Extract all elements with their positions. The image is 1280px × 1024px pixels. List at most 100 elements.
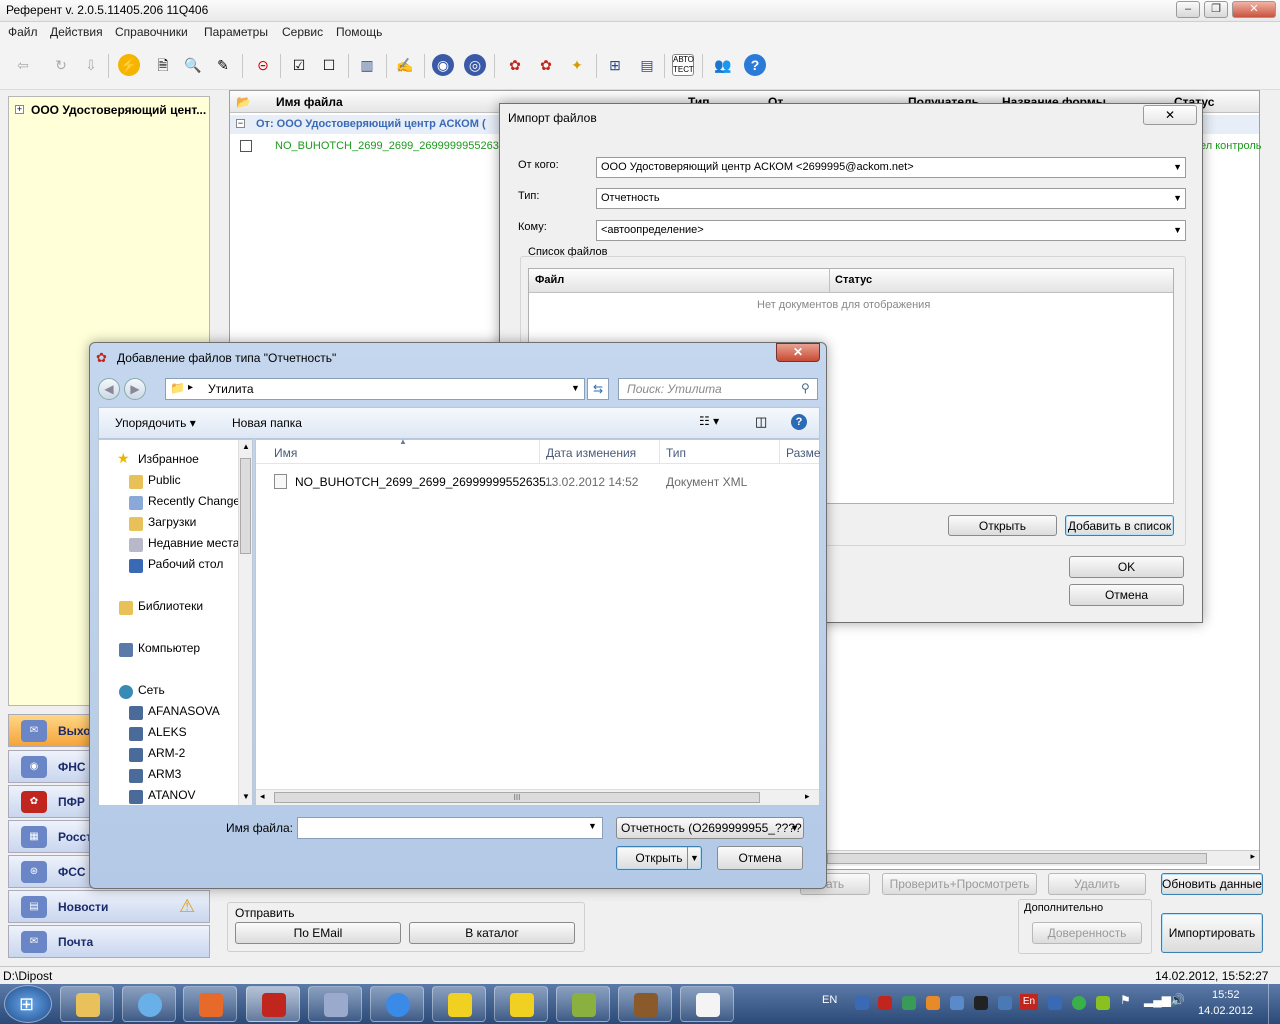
columns-icon[interactable]: ▥: [356, 54, 378, 76]
address-bar[interactable]: 📁 ▸ Утилита ▼: [165, 378, 585, 400]
col-status-files[interactable]: Статус: [835, 274, 872, 286]
import-arrow-icon[interactable]: ⇩: [80, 54, 102, 76]
preview-pane-icon[interactable]: ◫: [755, 414, 767, 430]
open-split-dropdown-icon[interactable]: ▼: [687, 847, 701, 869]
col-date[interactable]: Дата изменения: [546, 446, 636, 460]
nav-downloads[interactable]: Загрузки: [148, 515, 196, 529]
col-filename[interactable]: Имя файла: [276, 95, 343, 109]
redo-icon[interactable]: ↻: [50, 54, 72, 76]
edit-doc-icon[interactable]: ✎: [212, 54, 234, 76]
taskbar-bat[interactable]: [494, 986, 548, 1022]
nav-net-afanasova[interactable]: AFANASOVA: [148, 704, 220, 718]
organize-button[interactable]: Упорядочить ▾: [115, 416, 196, 430]
import-cancel-button[interactable]: Отмена: [1069, 584, 1184, 606]
back-icon[interactable]: ⇦: [12, 54, 34, 76]
tray-icon-3[interactable]: [902, 996, 916, 1010]
taskbar-1c[interactable]: [432, 986, 486, 1022]
clock-time[interactable]: 15:52: [1212, 989, 1240, 1001]
file-cancel-button[interactable]: Отмена: [717, 846, 803, 870]
from-select[interactable]: ООО Удостоверяющий центр АСКОМ <2699995@…: [596, 157, 1186, 178]
power-of-attorney-button[interactable]: Доверенность: [1032, 922, 1142, 944]
menu-help[interactable]: Помощь: [336, 25, 382, 39]
type-select[interactable]: Отчетность ▼: [596, 188, 1186, 209]
scroll-down-icon[interactable]: ▼: [242, 792, 250, 801]
nav-net-aleks[interactable]: ALEKS: [148, 725, 187, 739]
nav-computer[interactable]: Компьютер: [138, 641, 200, 655]
file-open-button[interactable]: Открыть ▼: [616, 846, 702, 870]
collapse-icon[interactable]: −: [236, 119, 245, 128]
menu-parameters[interactable]: Параметры: [204, 25, 268, 39]
minimize-button[interactable]: –: [1176, 1, 1200, 18]
col-size[interactable]: Разме: [786, 446, 821, 460]
preview-icon[interactable]: 🔍: [182, 54, 204, 76]
nav-net-atanov[interactable]: ATANOV: [148, 788, 196, 802]
document-icon[interactable]: 🗎: [152, 54, 174, 76]
tray-icon-9[interactable]: [1072, 996, 1086, 1010]
menu-references[interactable]: Справочники: [115, 25, 188, 39]
new-folder-button[interactable]: Новая папка: [232, 416, 302, 430]
taskbar-referent[interactable]: [246, 986, 300, 1022]
pfr-icon[interactable]: ✿: [504, 54, 526, 76]
col-name[interactable]: Имя: [274, 446, 297, 460]
file-hscrollbar[interactable]: ◂ III ▸: [256, 789, 819, 805]
ok-button[interactable]: OK: [1069, 556, 1184, 578]
tree-root-item[interactable]: ООО Удостоверяющий цент...: [31, 103, 206, 117]
autotest-icon[interactable]: АВТО ТЕСТ: [672, 54, 694, 76]
menu-service[interactable]: Сервис: [282, 25, 323, 39]
file-row[interactable]: NO_BUHOTCH_2699_2699_26999999552635... 1…: [274, 472, 814, 492]
action-center-icon[interactable]: ⚑: [1120, 993, 1131, 1007]
filename-dropdown-icon[interactable]: ▼: [588, 821, 597, 831]
network-tray-icon[interactable]: ▂▄▆: [1144, 993, 1171, 1007]
nav-recent-changes[interactable]: Recently Change: [148, 494, 240, 508]
col-file[interactable]: Файл: [535, 274, 564, 286]
fns-emblem-icon[interactable]: ◉: [432, 54, 454, 76]
network-icon[interactable]: ⊞: [604, 54, 626, 76]
tray-icon-1[interactable]: [855, 996, 869, 1010]
file-scroll-thumb[interactable]: III: [274, 792, 760, 803]
clock-date[interactable]: 14.02.2012: [1198, 1005, 1253, 1017]
refresh-button[interactable]: Обновить данные: [1161, 873, 1263, 895]
scroll-right-icon[interactable]: ▸: [1250, 851, 1255, 862]
fns-check-icon[interactable]: ◎: [464, 54, 486, 76]
refresh-icon[interactable]: ⇆: [587, 378, 609, 400]
check-view-button[interactable]: Проверить+Просмотреть: [882, 873, 1037, 895]
taskbar-calculator[interactable]: [308, 986, 362, 1022]
stat-icon[interactable]: ✦: [566, 54, 588, 76]
scroll-right-icon[interactable]: ▸: [805, 791, 810, 802]
taskbar-app-2[interactable]: [122, 986, 176, 1022]
chart-icon[interactable]: ▤: [636, 54, 658, 76]
catalog-button[interactable]: В каталог: [409, 922, 575, 944]
grid-hscrollbar[interactable]: ▸: [827, 850, 1259, 866]
col-filetype[interactable]: Тип: [666, 446, 686, 460]
add-to-list-button[interactable]: Добавить в список: [1065, 515, 1174, 536]
menu-file[interactable]: Файл: [8, 25, 38, 39]
filename-input[interactable]: ▼: [297, 817, 603, 839]
row-checkbox[interactable]: [240, 140, 252, 152]
delete-doc-icon[interactable]: ⊝: [252, 54, 274, 76]
users-icon[interactable]: 👥: [712, 54, 734, 76]
search-box[interactable]: Поиск: Утилита ⚲: [618, 378, 818, 400]
scroll-up-icon[interactable]: ▲: [242, 442, 250, 451]
tray-icon-5[interactable]: [950, 996, 964, 1010]
pfr-check-icon[interactable]: ✿: [535, 54, 557, 76]
close-button[interactable]: ✕: [1232, 1, 1276, 18]
email-button[interactable]: По EMail: [235, 922, 401, 944]
show-desktop-button[interactable]: [1268, 984, 1280, 1024]
tray-icon-2[interactable]: [878, 996, 892, 1010]
uncheck-icon[interactable]: ☐: [318, 54, 340, 76]
taskbar-media[interactable]: [183, 986, 237, 1022]
nav-libraries[interactable]: Библиотеки: [138, 599, 203, 613]
taskbar-app-10[interactable]: [618, 986, 672, 1022]
nav-public[interactable]: Public: [148, 473, 181, 487]
expand-icon[interactable]: +: [15, 105, 24, 114]
check-all-icon[interactable]: ☑: [288, 54, 310, 76]
taskbar-explorer[interactable]: [60, 986, 114, 1022]
import-button[interactable]: Импортировать: [1161, 913, 1263, 953]
nav-favorites[interactable]: Избранное: [138, 452, 199, 466]
nav-desktop[interactable]: Рабочий стол: [148, 557, 223, 571]
scroll-thumb[interactable]: [827, 853, 1207, 864]
nav-scroll-thumb[interactable]: [240, 458, 251, 554]
view-options-icon[interactable]: ☷ ▾: [699, 414, 719, 428]
import-close-button[interactable]: ✕: [1143, 105, 1197, 125]
lightning-icon[interactable]: ⚡: [118, 54, 140, 76]
